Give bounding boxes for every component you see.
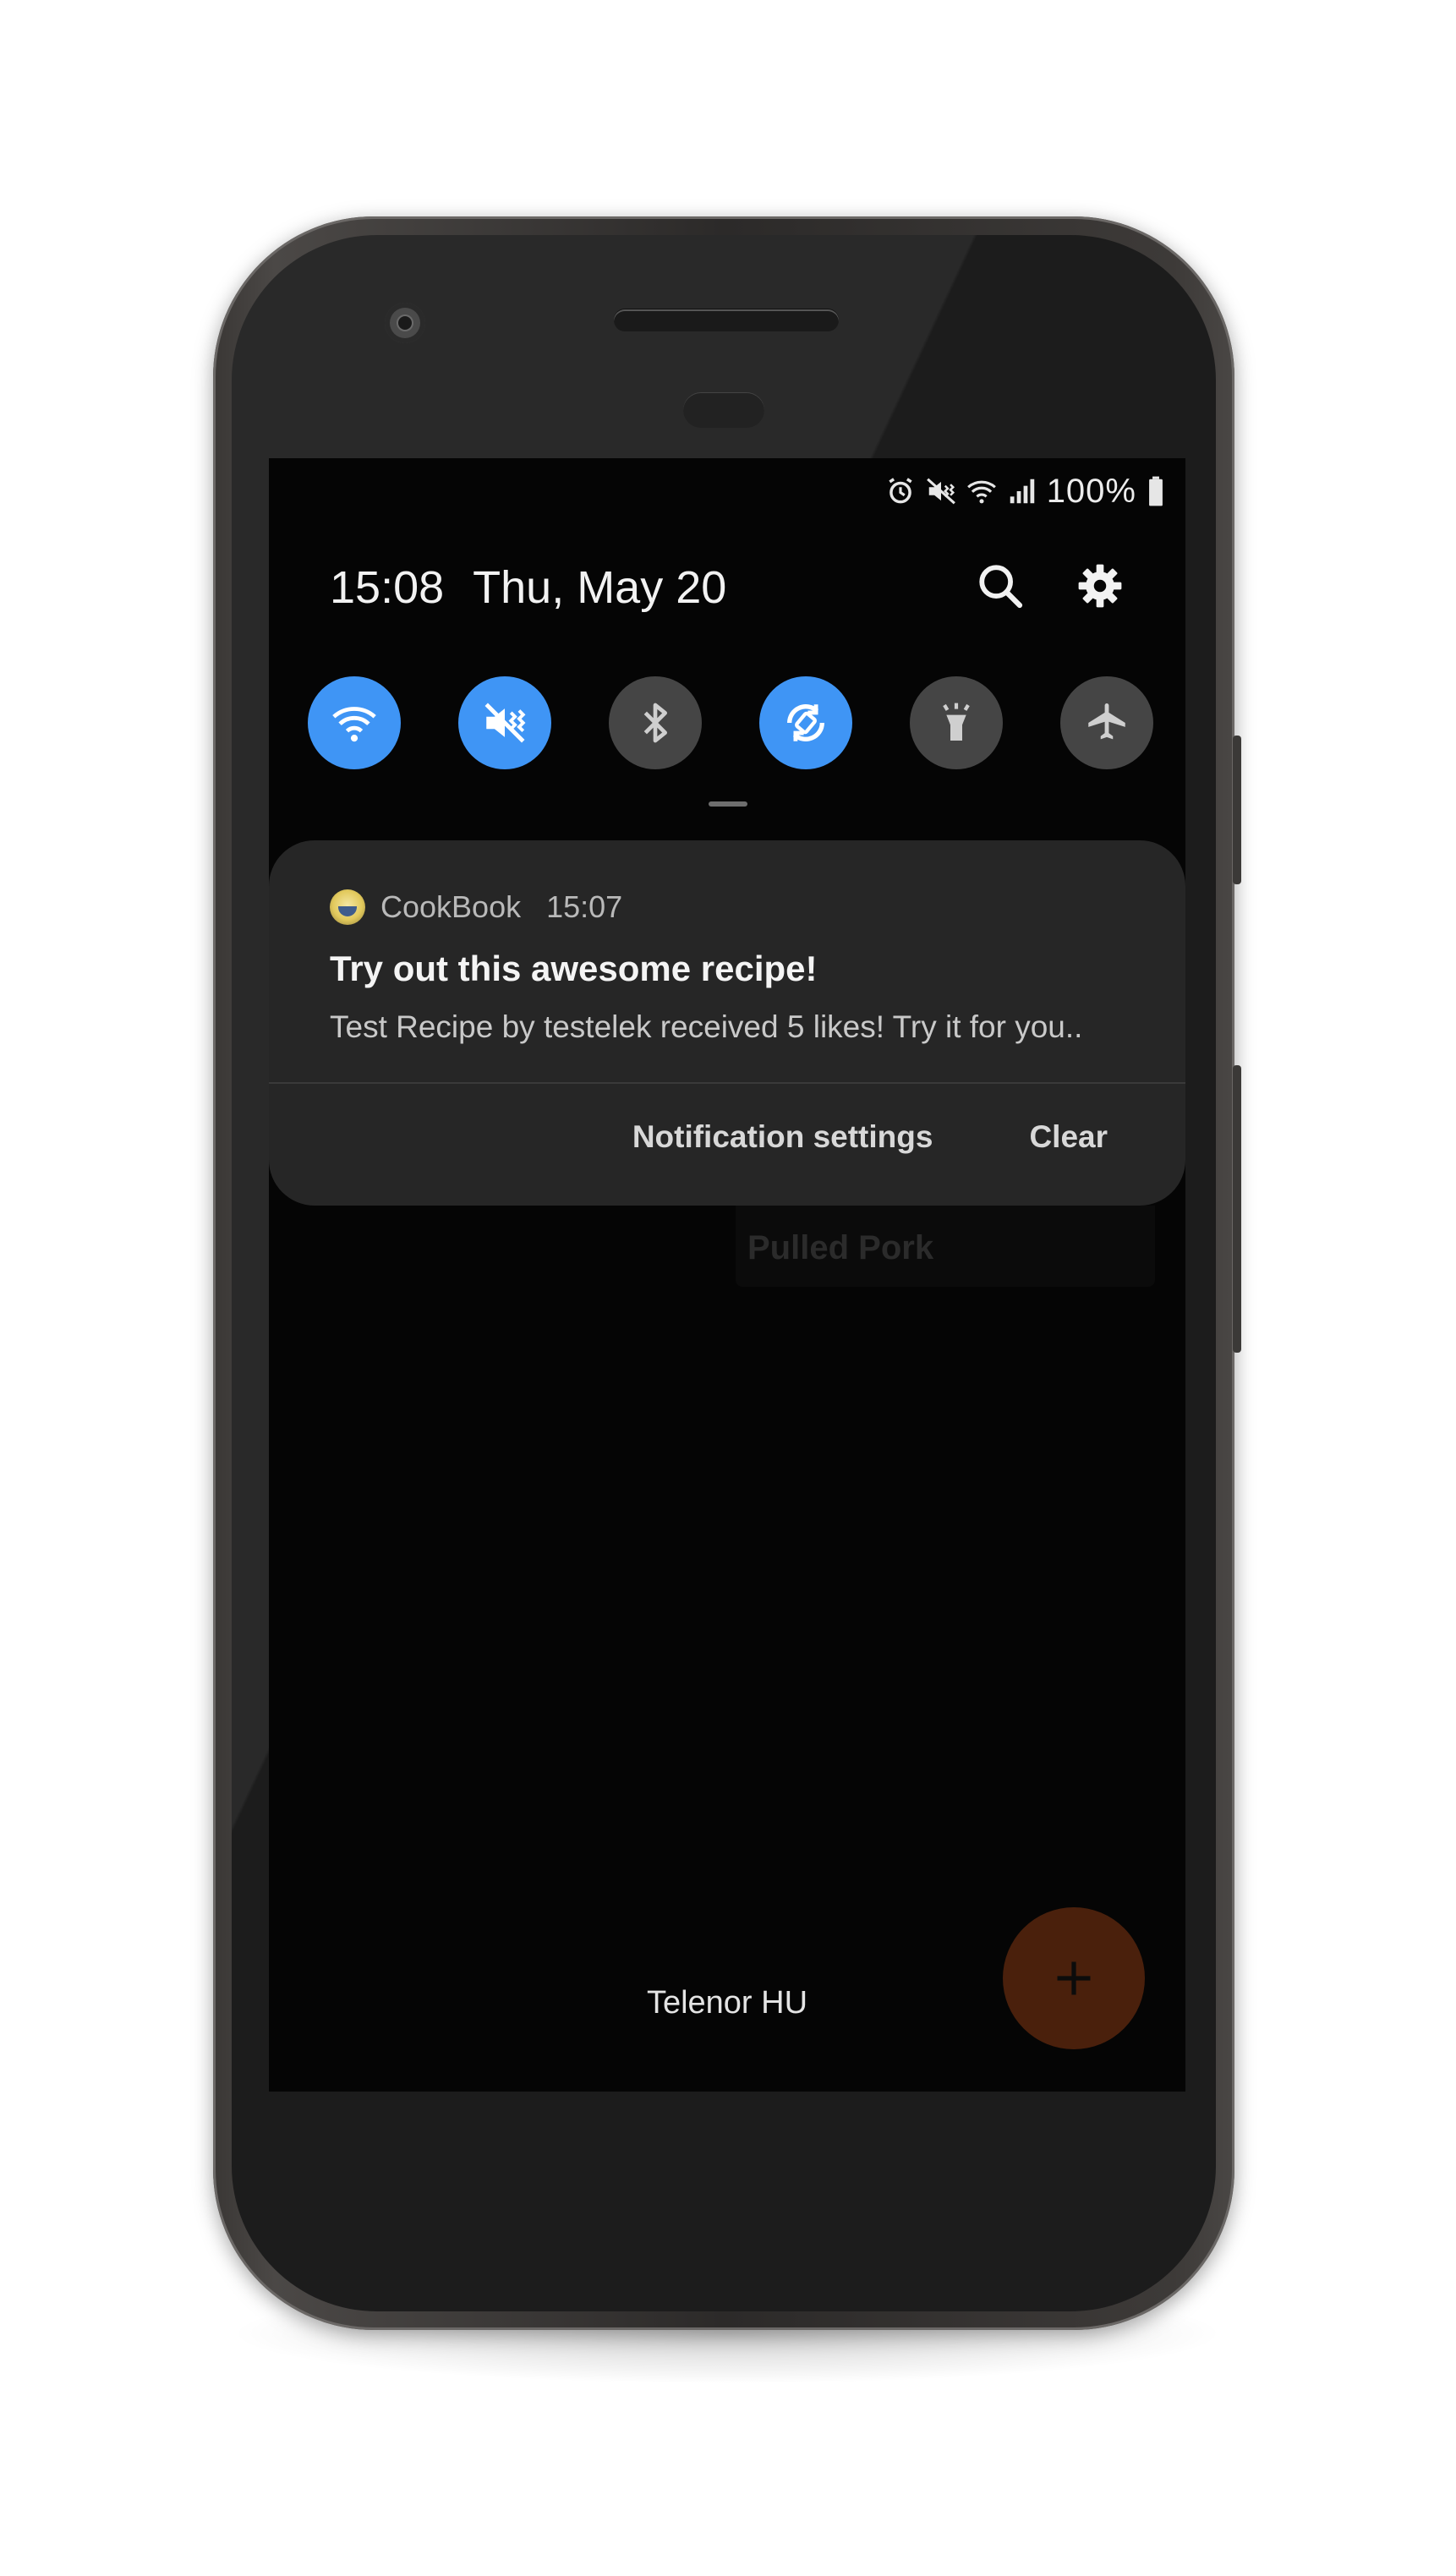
date[interactable]: Thu, May 20 — [473, 561, 726, 614]
cookbook-app-icon — [330, 889, 365, 925]
battery-percent: 100% — [1046, 472, 1136, 510]
battery-icon — [1145, 475, 1167, 507]
notification-card[interactable]: CookBook 15:07 Try out this awesome reci… — [269, 840, 1185, 1206]
bluetooth-icon — [643, 703, 667, 743]
earpiece-speaker — [614, 309, 839, 331]
search-icon[interactable] — [976, 561, 1025, 615]
clock: 15:08 — [330, 562, 445, 613]
notification-divider — [269, 1082, 1185, 1084]
shade-drag-handle[interactable] — [709, 801, 747, 807]
quick-toggle-flashlight[interactable] — [910, 676, 1003, 769]
plus-icon — [1057, 1961, 1091, 1995]
cell-signal-icon — [1006, 475, 1038, 507]
quick-toggle-wifi[interactable] — [308, 676, 401, 769]
recipe-card[interactable]: Pulled Pork — [736, 1206, 1155, 1287]
wifi-icon — [332, 707, 376, 742]
power-button — [1233, 1065, 1241, 1353]
volume-button — [1233, 736, 1241, 884]
wifi-signal-icon — [966, 475, 998, 507]
status-bar: 100% — [884, 468, 1167, 514]
alarm-icon — [884, 475, 917, 507]
notification-app-name: CookBook — [380, 889, 522, 924]
quick-toggle-bluetooth[interactable] — [609, 676, 702, 769]
notification-header: CookBook 15:07 — [330, 889, 622, 925]
rotate-icon — [787, 704, 824, 741]
header-actions — [976, 561, 1125, 615]
quick-toggle-mute[interactable] — [458, 676, 551, 769]
phone-screen: 100% 15:08 Thu, May 20 CookBook 15:07 Tr… — [269, 458, 1185, 2092]
airplane-icon — [1088, 703, 1125, 740]
notification-actions: Notification settings Clear — [632, 1119, 1108, 1155]
proximity-sensor — [683, 392, 764, 428]
notification-body: Test Recipe by testelek received 5 likes… — [330, 1009, 1083, 1044]
quick-toggle-airplane[interactable] — [1060, 676, 1153, 769]
quick-toggle-auto-rotate[interactable] — [759, 676, 852, 769]
front-camera — [385, 303, 425, 343]
add-recipe-button[interactable] — [1003, 1907, 1145, 2049]
recipe-card-title: Pulled Pork — [747, 1229, 934, 1266]
notification-title: Try out this awesome recipe! — [330, 949, 818, 988]
mute-icon — [484, 703, 526, 743]
mute-icon — [925, 475, 957, 507]
settings-gear-icon[interactable] — [1076, 561, 1125, 615]
quick-settings-row — [308, 676, 1153, 771]
notification-settings-button[interactable]: Notification settings — [632, 1119, 933, 1155]
shade-header: 15:08 Thu, May 20 — [330, 558, 1125, 617]
notification-time: 15:07 — [546, 889, 623, 924]
flashlight-icon — [943, 703, 970, 741]
clear-button[interactable]: Clear — [1029, 1119, 1108, 1155]
